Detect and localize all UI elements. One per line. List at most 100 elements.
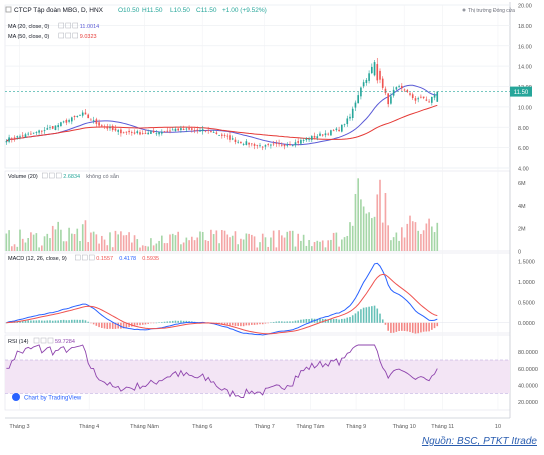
macd-histogram-bar bbox=[245, 322, 248, 326]
macd-histogram-bar bbox=[71, 319, 73, 323]
macd-histogram-bar bbox=[87, 321, 89, 323]
macd-histogram-bar bbox=[420, 322, 422, 333]
volume-bar bbox=[169, 234, 171, 251]
ma20-value: 11.0014 bbox=[80, 24, 99, 30]
candle-body bbox=[109, 127, 111, 129]
price-tick-label: 18.00 bbox=[518, 24, 532, 30]
volume-bar bbox=[24, 242, 27, 251]
candle-body bbox=[30, 133, 32, 135]
volume-bar bbox=[210, 229, 212, 251]
candle-body bbox=[302, 140, 305, 141]
candle-body bbox=[379, 70, 381, 80]
volume-bar bbox=[338, 246, 340, 251]
macd-histogram-bar bbox=[109, 322, 111, 329]
candle-body bbox=[272, 143, 275, 145]
time-tick-label: 10 bbox=[495, 424, 501, 430]
macd-histogram-bar bbox=[163, 321, 166, 323]
volume-bar bbox=[65, 241, 68, 251]
macd-histogram-bar bbox=[98, 322, 100, 328]
volume-bar bbox=[403, 237, 406, 251]
candle-body bbox=[41, 130, 43, 132]
candle-body bbox=[101, 125, 103, 127]
candle-body bbox=[46, 128, 49, 130]
candle-body bbox=[234, 139, 237, 142]
time-tick-label: Tháng 3 bbox=[9, 424, 29, 430]
volume-bar bbox=[275, 247, 278, 251]
header-change: +1.00 (+9.52%) bbox=[222, 7, 267, 14]
volume-bar bbox=[436, 222, 439, 251]
candle-body bbox=[152, 130, 155, 133]
volume-bar bbox=[114, 230, 117, 251]
rsi-tick-label: 20.0000 bbox=[518, 400, 538, 406]
candle-body bbox=[131, 132, 133, 133]
candle-body bbox=[155, 133, 158, 135]
candle-body bbox=[338, 129, 340, 131]
volume-bar bbox=[259, 242, 261, 251]
header-high: H11.50 bbox=[142, 7, 163, 14]
macd-histogram-bar bbox=[253, 322, 256, 325]
volume-bar bbox=[414, 222, 417, 251]
candle-body bbox=[343, 124, 346, 126]
candle-body bbox=[92, 120, 95, 121]
candle-body bbox=[199, 130, 201, 132]
macd-histogram-bar bbox=[379, 313, 381, 323]
candle-body bbox=[114, 128, 117, 131]
volume-bar bbox=[351, 225, 354, 251]
macd-histogram-bar bbox=[371, 306, 373, 323]
volume-bar bbox=[311, 246, 313, 251]
candle-body bbox=[226, 135, 229, 137]
volume-bar bbox=[395, 232, 398, 251]
volume-bar bbox=[354, 193, 357, 251]
volume-bar bbox=[240, 238, 242, 251]
volume-bar bbox=[139, 247, 141, 251]
macd-histogram-bar bbox=[65, 320, 68, 323]
macd-histogram-bar bbox=[411, 322, 414, 333]
price-tick-label: 20.00 bbox=[518, 4, 532, 10]
candle-body bbox=[321, 134, 324, 136]
macd-histogram-bar bbox=[27, 320, 29, 323]
volume-bar bbox=[283, 237, 286, 251]
volume-bar bbox=[371, 218, 373, 251]
candle-body bbox=[19, 136, 21, 138]
rsi-tick-label: 60.0000 bbox=[518, 367, 538, 373]
candle-body bbox=[21, 135, 24, 137]
macd-histogram-bar bbox=[226, 322, 229, 325]
volume-bar bbox=[35, 233, 38, 251]
rsi-tick-label: 80.0000 bbox=[518, 350, 538, 356]
ma50-value: 9.0323 bbox=[80, 34, 97, 40]
volume-bar bbox=[411, 221, 414, 251]
candle-body bbox=[256, 144, 259, 146]
candle-body bbox=[237, 141, 239, 143]
volume-bar bbox=[16, 246, 19, 251]
volume-bar bbox=[41, 245, 43, 251]
candle-body bbox=[139, 132, 141, 135]
macd-histogram-bar bbox=[24, 320, 27, 323]
volume-bar bbox=[141, 245, 144, 251]
volume-bar bbox=[398, 240, 400, 251]
volume-bar bbox=[223, 230, 226, 251]
candle-body bbox=[300, 140, 302, 144]
candle-body bbox=[169, 130, 171, 132]
candle-body bbox=[324, 133, 327, 136]
volume-bar bbox=[422, 230, 425, 251]
time-tick-label: Tháng 9 bbox=[346, 424, 366, 430]
macd-histogram-bar bbox=[256, 322, 259, 325]
volume-bar bbox=[248, 233, 250, 251]
volume-bar bbox=[256, 247, 259, 251]
candle-body bbox=[433, 94, 436, 98]
candle-body bbox=[182, 128, 185, 130]
macd-histogram-bar bbox=[300, 319, 302, 323]
macd-histogram-bar bbox=[433, 322, 436, 329]
macd-histogram-bar bbox=[248, 322, 250, 326]
volume-bar bbox=[144, 245, 147, 251]
macd-histogram-bar bbox=[395, 322, 398, 332]
volume-bar bbox=[155, 243, 158, 251]
macd-histogram-bar bbox=[272, 321, 275, 323]
volume-bar bbox=[212, 234, 215, 251]
candle-body bbox=[193, 129, 196, 131]
volume-bar bbox=[316, 240, 319, 251]
volume-bar bbox=[297, 233, 299, 251]
macd-histogram-bar bbox=[237, 322, 239, 327]
candle-body bbox=[308, 139, 310, 141]
candle-body bbox=[311, 136, 313, 140]
